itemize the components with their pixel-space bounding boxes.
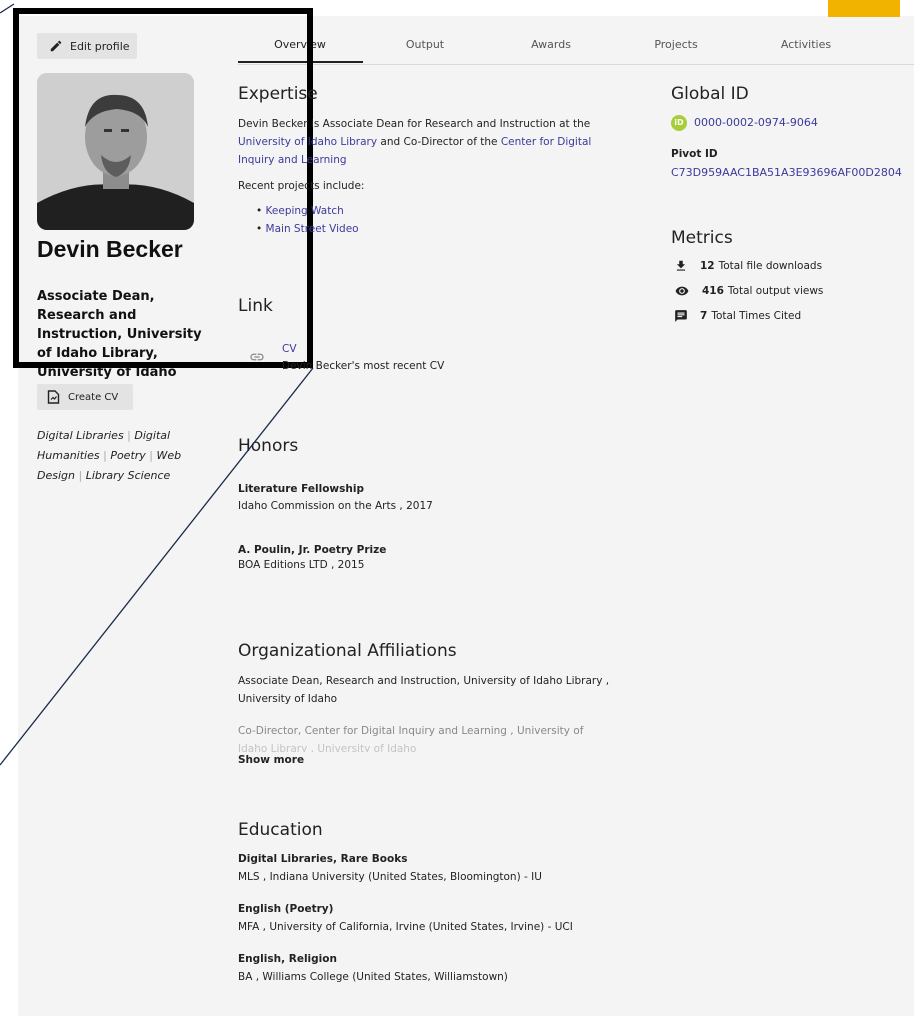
tab-awards[interactable]: Awards [491, 38, 611, 51]
section-title-honors: Honors [238, 436, 299, 456]
section-title-affiliations: Organizational Affiliations [238, 641, 457, 661]
metric-value: 7 [700, 310, 708, 322]
metric-label: Total output views [727, 285, 824, 297]
metric-value: 12 [700, 260, 715, 272]
project-link-main-street-video[interactable]: Main Street Video [266, 223, 359, 235]
pivot-id-link[interactable]: C73D959AAC1BA51A3E93696AF00D2804 [671, 166, 902, 179]
recent-projects-label: Recent projects include: [238, 180, 365, 192]
orcid-icon: iD [671, 115, 687, 131]
keyword[interactable]: Library Science [86, 469, 171, 482]
profile-tabs: Overview Output Awards Projects Activiti… [238, 30, 914, 65]
section-title-global-id: Global ID [671, 84, 749, 104]
project-link-keeping-watch[interactable]: Keeping Watch [266, 205, 344, 217]
section-title-metrics: Metrics [671, 228, 733, 248]
education-title: English, Religion [238, 953, 337, 965]
honor-detail: Idaho Commission on the Arts , 2017 [238, 500, 433, 512]
affiliation-line: University of Idaho [238, 693, 338, 705]
education-title: Digital Libraries, Rare Books [238, 853, 408, 865]
link-university-library[interactable]: University of Idaho Library [238, 136, 377, 148]
affiliation-line: Associate Dean, Research and Instruction… [238, 675, 610, 687]
section-title-expertise: Expertise [238, 84, 318, 104]
honor-title: Literature Fellowship [238, 483, 364, 495]
honor-detail: BOA Editions LTD , 2015 [238, 559, 365, 571]
metric-label: Total file downloads [718, 260, 823, 272]
education-detail: MFA , University of California, Irvine (… [238, 921, 573, 933]
keyword[interactable]: Poetry [110, 449, 145, 462]
affiliation-line: Co-Director, Center for Digital Inquiry … [238, 725, 584, 737]
tab-output[interactable]: Output [365, 38, 485, 51]
expertise-connector: and Co-Director of the [377, 136, 501, 148]
education-detail: MLS , Indiana University (United States,… [238, 871, 542, 883]
education-detail: BA , Williams College (United States, Wi… [238, 971, 508, 983]
orcid-link[interactable]: 0000-0002-0974-9064 [694, 116, 818, 129]
create-cv-button[interactable]: Create CV [37, 384, 133, 410]
tab-projects[interactable]: Projects [616, 38, 736, 51]
eye-icon [675, 286, 689, 296]
expertise-text: Devin Becker is Associate Dean for Resea… [238, 115, 628, 169]
section-title-education: Education [238, 820, 323, 840]
cv-link[interactable]: CV [282, 343, 297, 355]
metric-value: 416 [702, 285, 724, 297]
expertise-intro: Devin Becker is Associate Dean for Resea… [238, 118, 591, 130]
pivot-id-label: Pivot ID [671, 148, 718, 160]
download-icon [676, 260, 686, 271]
link-icon [250, 353, 264, 361]
honor-title: A. Poulin, Jr. Poetry Prize [238, 544, 387, 556]
metric-downloads: 12 Total file downloads [674, 259, 822, 273]
brand-accent [828, 0, 900, 17]
keyword-list: Digital Libraries | Digital Humanities |… [37, 429, 182, 482]
show-more-button[interactable]: Show more [238, 754, 304, 766]
section-title-link: Link [238, 296, 273, 316]
keyword[interactable]: Digital Libraries [37, 429, 124, 442]
metric-citations: 7 Total Times Cited [674, 309, 801, 323]
project-list: Keeping Watch Main Street Video [256, 202, 359, 238]
education-title: English (Poetry) [238, 903, 334, 915]
metric-label: Total Times Cited [711, 310, 802, 322]
metric-views: 416 Total output views [674, 284, 823, 298]
affiliation-line: Idaho Library , University of Idaho [238, 743, 417, 752]
create-cv-label: Create CV [68, 391, 119, 403]
comment-icon [675, 310, 687, 322]
document-icon [47, 390, 60, 404]
tab-activities[interactable]: Activities [746, 38, 866, 51]
cv-description: Devin Becker's most recent CV [282, 360, 445, 372]
